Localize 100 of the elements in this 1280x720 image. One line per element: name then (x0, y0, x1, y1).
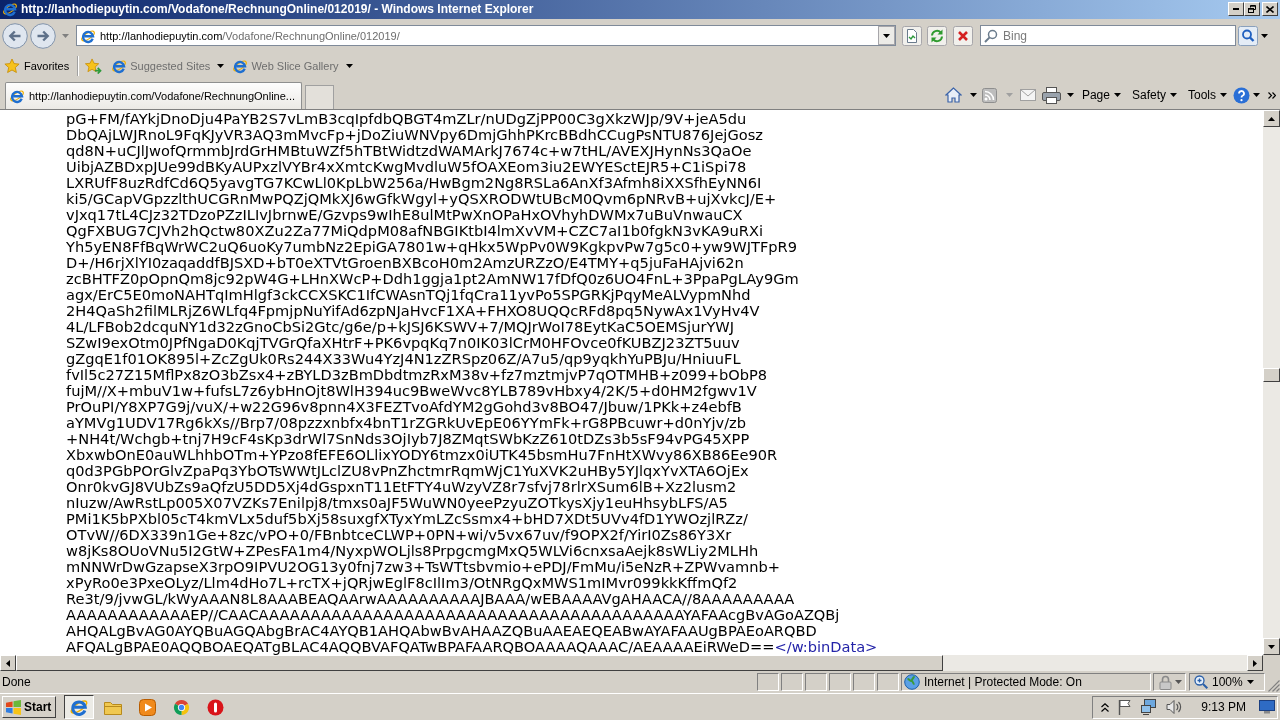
search-icon[interactable] (1238, 25, 1258, 46)
code-line: +NH4t/Wchgb+tnj7H9cF4sKp3drWl7SnNds3OjIyb7J8ZMqtSWbKzZ610tDZs3b5sF94vPG45XPP (66, 431, 750, 447)
document-icon[interactable] (902, 25, 922, 46)
code-line: 2H4QaSh2filMLRjZ6WLfq4FpmjpNuYifAd6zpNJaHvcF1XA+FHXO8UQQcRFd8pq5NywAx1VyHv4V (66, 303, 760, 319)
code-line: Onr0kvGJ8VUbZs9aQfzU5DD5Xj4dGspxnT11EtFTY4uWzyVZ8r7sfvj78rlrXSum6lB+Xz2lusm2 (66, 479, 737, 495)
size-grip-icon (1268, 680, 1280, 692)
star-arrow-icon[interactable] (84, 57, 103, 74)
code-line: ki5/GCapVGpzzlthUCGRnMwPQZjQMkXJ6wGfkWgyl+yQSXRODWtUBcM0Qvm6pNRvB+ujXvkcJ/E+ (66, 191, 777, 207)
code-line: w8jKs8OUoVNu5I2GtW+ZPesFA1m4/NyxpWOLjls8PrpgcmgMxQ5WLVi6cnxsaAejk8sWLiy2MLHh (66, 543, 759, 559)
scroll-up-button[interactable] (1263, 110, 1280, 127)
star-icon (4, 57, 20, 74)
caret-icon (345, 63, 353, 68)
restore-icon (1248, 5, 1256, 13)
double-chevron-icon[interactable] (1268, 91, 1276, 99)
code-line: q0d3PGbPOrGlvZpaPq3YbOTsWWtJLclZU8vPnZhctmrRqmWjC1YuXVK2uHBy5YJlqxYvXTA6OjEx (66, 463, 749, 479)
code-line: gZgqE1f01OK895l+ZcZgUk0Rs244X33Wu4YzJ4N1zZRSpz06Z/A7u5/qp9yqkhYuPBJu/HniuuFL (66, 351, 741, 367)
page-icon (111, 57, 128, 74)
zoom-button[interactable]: 100% (1189, 673, 1265, 691)
favorite-link[interactable]: Suggested Sites (109, 55, 227, 76)
clock-text: 9:13 PM (1201, 700, 1246, 714)
code-line: D+/H6rjXlYI0zaqaddfBJSXD+bT0eXTVtGroenBXBcoH0m2AmzURZzO/E4TMY+q5juFaHAjvi62n (66, 255, 744, 271)
folder-icon (104, 699, 122, 715)
help-icon[interactable] (1233, 86, 1250, 104)
code-line: AHQALgBvAG0AYQBuAGQAbgBrAC4AYQB1AHQAbwBvAHAAZQBuAAEAEQEABwAYAFAAUgBPAEoARQBD (66, 623, 817, 639)
browser-icon (69, 697, 89, 717)
globe-icon (904, 674, 920, 690)
refresh-icon[interactable] (927, 25, 947, 46)
code-line: PMi1K5bPXbl05cT4kmVLx5duf5bXj58suxgfXTyxYmLZcSsmx4+bHD7XDt5UVv4fD1YWOzjlRZz/ (66, 511, 748, 527)
status-pane (853, 673, 875, 691)
code-line: qd8N+uCJlJwofQrmmbJrdGrHMBtuWZf5hTBtWidtzdWAMArkJ7674c+w7tHL/AVEXJHynNs3QaOe (66, 143, 752, 159)
code-line: XbxwbOnE0auWLhhbOTm+YPzo8fEFE6OLlixYODY6tmzx0iUTK45bsmHu7FnHtXWvy86XB86Ee90R (66, 447, 778, 463)
menu-button[interactable]: Page (1078, 86, 1124, 104)
caret-icon[interactable] (1253, 93, 1260, 97)
favorites-button[interactable]: Favorites (2, 55, 72, 76)
caret-icon[interactable] (1261, 33, 1268, 38)
code-line: Yh5yEN8FfBqWrWC2uQ6uoKy7umbNz2EpiGA7801w+qHkx5WpPv0W9KgkpvPw7g5c0+yw9WJTFpR9 (66, 239, 797, 255)
taskbar-button[interactable] (64, 695, 94, 719)
code-line: fujM//X+mbuV1w+fufsL7z6ybHnOjt8WlH394uc9BweWvc8YLB789vHbxy4/2K/5+d0HM2fgwv1V (66, 383, 757, 399)
home-icon[interactable] (944, 87, 962, 103)
status-pane (877, 673, 899, 691)
code-line: AFQALgBPAE0AQQBOAEQATgBLAC4AQQBVAFQATwBPAFAARQBOAAAAQAAAC/AEAAAAEiRWeD==</w:binData> (66, 639, 878, 655)
scrollbar-thumb[interactable] (1263, 368, 1280, 382)
browser-icon (2, 1, 18, 17)
vertical-scrollbar[interactable] (1263, 110, 1280, 655)
code-line: LXRUfF8uzRdfCd6Q5yavgTG7KCwLl0KpLbW256a/HwBgm2Ng8RSLa6AnXf3Afmh8iXXSfhEyNN6I (66, 175, 762, 191)
status-text: Done (1, 675, 31, 689)
status-pane (805, 673, 827, 691)
network-icon[interactable] (1141, 699, 1158, 715)
four-squares-icon (5, 699, 22, 715)
security-zone-text: Internet | Protected Mode: On (924, 675, 1082, 689)
up-triangle-icon (1268, 116, 1275, 121)
scrollbar-thumb[interactable] (16, 655, 943, 671)
code-line: 4L/LFBob2dcquNY1d32zGnoCbSi2Gtc/g6e/p+kJSJ6KSWV+7/MQJrWoI78EytKaC5OEMSjurYWJ (66, 319, 735, 335)
code-line: OTvW//6DX339n1Ge+8zc/vPO+0/FBnbtceCLWP+0PN+wi/v5vx67uv/f9OPX2f/YirI0Zs86Y3Xr (66, 527, 732, 543)
code-line: SZwI9exOtm0JPfNgaD0KqjTVGrQfaXHtrF+PK6vpqKq7n0IK03lCrM0HFOvce0fKUBZJ23ZT5uuv (66, 335, 740, 351)
minimize-icon (1233, 8, 1239, 10)
circle-bar-icon (206, 698, 224, 716)
code-line: agx/ErC5E0moNAHTqImHlgf3ckCCXSKC1IfCWAsnTQj1fqCra11yvPo5SPGRKjPqyMeALVypmNhd (66, 287, 751, 303)
code-line: xPyRo0e3PxeOLyz/Llm4dHo7L+rcTX+jQRjwEglF8cIlIm3/OtNRgQxMWS1mIMvr099kkKffmQf2 (66, 575, 738, 591)
close-button[interactable] (1262, 2, 1278, 16)
browser-icon (172, 698, 190, 716)
printer-icon[interactable] (1041, 86, 1061, 104)
zoom-icon (1194, 675, 1208, 689)
left-triangle-icon (6, 659, 10, 667)
speaker-icon[interactable] (1166, 699, 1183, 715)
caret-icon (217, 63, 225, 68)
caret-icon (1170, 93, 1177, 97)
close-icon (1266, 5, 1274, 13)
caret-icon (1113, 93, 1121, 97)
scroll-right-button[interactable] (1247, 655, 1263, 671)
stop-icon[interactable] (953, 25, 973, 46)
start-button[interactable]: Start (2, 696, 56, 718)
desktop-icon[interactable] (1259, 700, 1275, 714)
code-line: Re3t/9/jvwGL/kWyAAAN8L8AAABEAQAArwAAAAAAAAAAJBAAA/wEBAAAAVgAHAACA//8AAAAAAAAA (66, 591, 795, 607)
favorite-link[interactable]: Web Slice Gallery (230, 55, 355, 76)
page-icon (9, 88, 25, 104)
address-field[interactable]: http://lanhodiepuytin.com/Vodafone/RechnungOnline/012019/ (76, 25, 896, 46)
caret-icon[interactable] (1066, 93, 1074, 97)
caret-icon (1246, 680, 1254, 684)
code-line: mNNWrDwGzapseX3rpO9IPVU2OG13y0fnj7zw3+TsWTtsbvmio+ePDJ/FmMu/i5eNzR+ZPWvamnb+ (66, 559, 780, 575)
flag-icon[interactable] (1118, 699, 1133, 715)
scroll-down-button[interactable] (1263, 638, 1280, 655)
code-line: zcBHTFZ0pOpnQm8jc92pW4G+LHnXWcP+Ddh1ggja1pt2AmNW17fDfQ0z6UO4FnL+3PpaPgLAy9Gm (66, 271, 799, 287)
code-line: fvIl5c27Z15MflPx8zO3bZsx4+zBYLD3zBmDbdtmzRxM38v+fz7mztmjvP7qOTMHB+z099+bObP8 (66, 367, 767, 383)
search-icon (984, 29, 998, 43)
code-line: DbQAjLWJRnoL9FqKJyVR3AQ3mMvcFp+jDoZiuWNVpy6DmjGhhPKrcBBdhCCugPsNTU876JejGosz (66, 127, 763, 143)
horizontal-scrollbar[interactable] (0, 655, 1263, 671)
restore-button[interactable] (1244, 2, 1260, 16)
status-pane (781, 673, 803, 691)
status-pane (757, 673, 779, 691)
code-line: UibjAZBDxpJUe99dBKyAUPxzlVYBr4xXmtcKwgMvdluW5fOAXEom3iu2EWYESctEJR5+C1iSpi78 (66, 159, 747, 175)
minimize-button[interactable] (1228, 2, 1244, 16)
menu-button[interactable]: Safety (1128, 86, 1180, 104)
browser-tab[interactable]: http://lanhodiepuytin.com/Vodafone/RechnungOnline... (5, 82, 302, 109)
menu-button[interactable]: Tools (1185, 86, 1230, 104)
search-field[interactable]: Bing (980, 25, 1236, 46)
scroll-left-button[interactable] (0, 655, 16, 671)
caret-icon[interactable] (969, 93, 977, 97)
chevron-up-icon[interactable] (1101, 702, 1110, 712)
code-line: PrOuPI/Y8XP7G9j/vuX/+w22G96v8pnn4X3FEZTvoAfdYM2gGohd3v8BO47/Jbuw/1PKk+z4ebfB (66, 399, 742, 415)
